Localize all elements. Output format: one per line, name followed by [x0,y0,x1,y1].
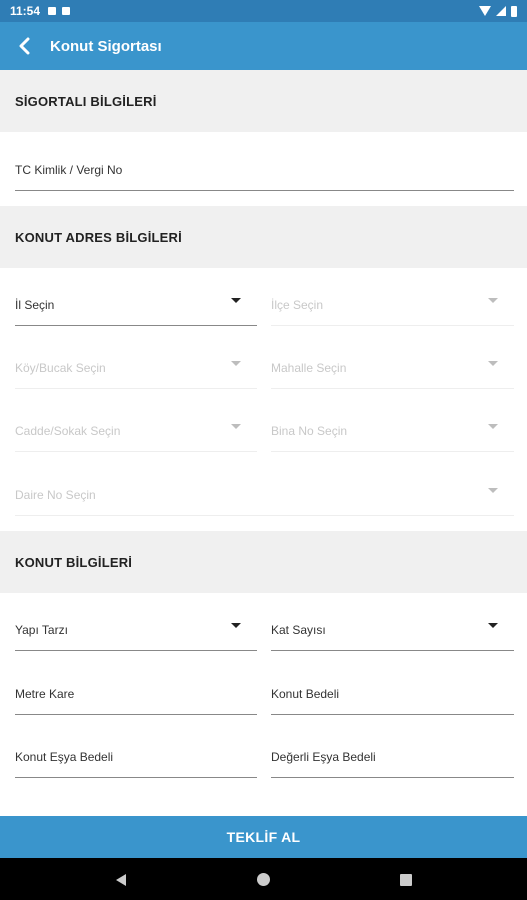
wifi-icon [479,6,491,16]
signal-icon [496,6,506,16]
chevron-down-icon [231,298,241,303]
ilce-select-label: İlçe Seçin [271,298,324,312]
koy-select-label: Köy/Bucak Seçin [15,361,106,375]
metre-kare-field[interactable]: Metre Kare [15,673,257,715]
konut-bedeli-label: Konut Bedeli [271,687,340,701]
bina-select-label: Bina No Seçin [271,424,348,438]
kat-select-label: Kat Sayısı [271,623,326,637]
degerli-esya-label: Değerli Eşya Bedeli [271,750,376,764]
mahalle-select-label: Mahalle Seçin [271,361,347,375]
tc-field-label: TC Kimlik / Vergi No [15,163,123,177]
section-address-header: KONUT ADRES BİLGİLERİ [0,206,527,268]
chevron-down-icon [488,623,498,628]
esya-bedeli-label: Konut Eşya Bedeli [15,750,114,764]
page-title: Konut Sigortası [50,37,162,55]
yapi-select-label: Yapı Tarzı [15,623,68,637]
chevron-down-icon [488,361,498,366]
back-button[interactable] [0,22,48,70]
nav-home-icon[interactable] [257,873,270,886]
daire-select[interactable]: Daire No Seçin [15,474,514,516]
degerli-esya-field[interactable]: Değerli Eşya Bedeli [271,736,514,778]
chevron-down-icon [231,623,241,628]
chevron-down-icon [488,488,498,493]
il-select[interactable]: İl Seçin [15,284,257,326]
bina-select[interactable]: Bina No Seçin [271,410,514,452]
section-property-header: KONUT BİLGİLERİ [0,531,527,593]
cadde-select-label: Cadde/Sokak Seçin [15,424,121,438]
status-time: 11:54 [10,4,41,18]
il-select-label: İl Seçin [15,298,55,312]
chevron-down-icon [488,424,498,429]
daire-select-label: Daire No Seçin [15,488,96,502]
notification-icon [48,7,57,15]
system-nav-bar [0,858,527,900]
chevron-down-icon [488,298,498,303]
nav-back-icon[interactable] [116,874,126,886]
nav-recents-icon[interactable] [400,874,412,886]
konut-bedeli-field[interactable]: Konut Bedeli [271,673,514,715]
kat-select[interactable]: Kat Sayısı [271,609,514,651]
chevron-down-icon [231,361,241,366]
cadde-select[interactable]: Cadde/Sokak Seçin [15,410,257,452]
chevron-down-icon [231,424,241,429]
ilce-select[interactable]: İlçe Seçin [271,284,514,326]
section-insured-header: SİGORTALI BİLGİLERİ [0,70,527,132]
submit-button[interactable]: TEKLİF AL [0,816,527,858]
metre-kare-label: Metre Kare [15,687,75,701]
tc-field[interactable]: TC Kimlik / Vergi No [15,149,514,191]
sd-card-icon [62,7,71,15]
mahalle-select[interactable]: Mahalle Seçin [271,347,514,389]
yapi-select[interactable]: Yapı Tarzı [15,609,257,651]
esya-bedeli-field[interactable]: Konut Eşya Bedeli [15,736,257,778]
koy-select[interactable]: Köy/Bucak Seçin [15,347,257,389]
app-bar: Konut Sigortası [0,22,527,70]
status-bar: 11:54 [0,0,527,22]
battery-icon [511,5,517,17]
back-arrow-icon [19,37,30,55]
